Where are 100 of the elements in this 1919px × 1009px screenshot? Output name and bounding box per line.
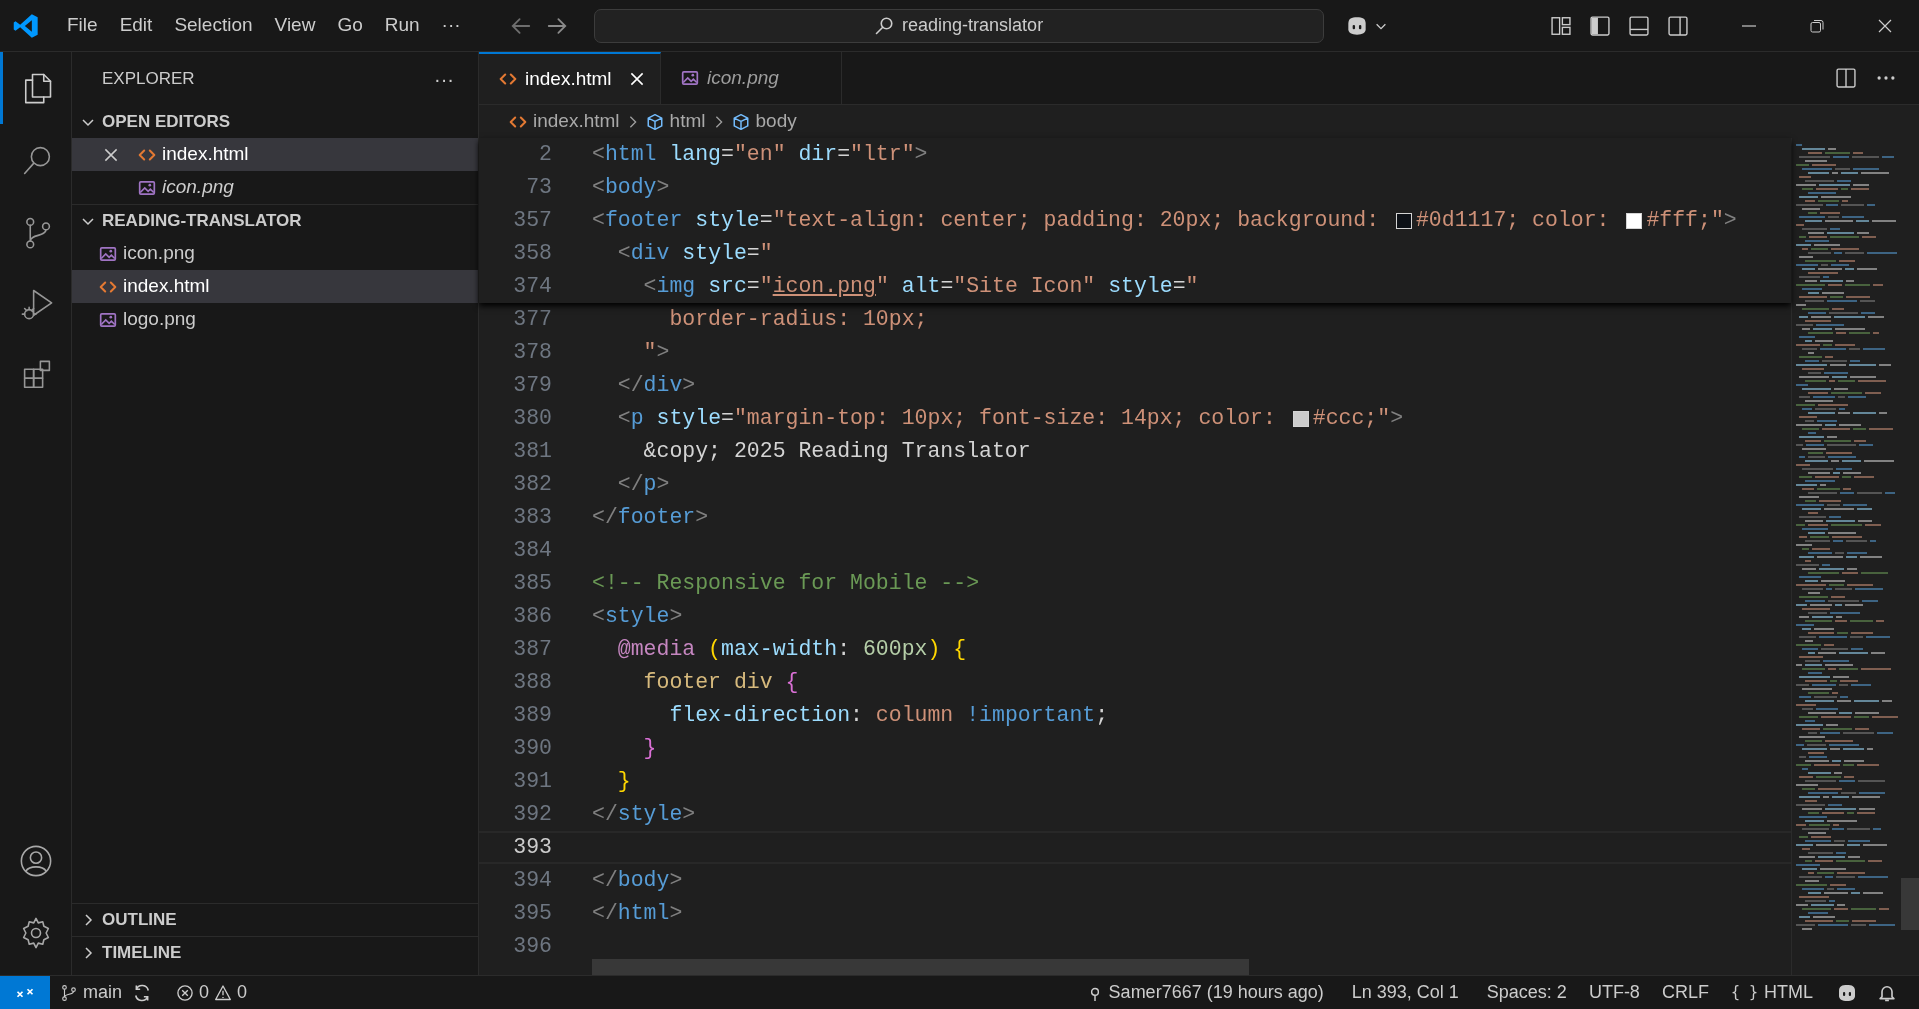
- split-editor-icon[interactable]: [1835, 67, 1857, 89]
- line-number: 385: [512, 570, 552, 598]
- code-line: border-radius: 10px;: [668, 306, 928, 334]
- layout-icon[interactable]: [1550, 14, 1572, 37]
- editor-tab[interactable]: index.html: [479, 52, 661, 104]
- line-number: 394: [512, 867, 552, 895]
- bottom-panel-icon[interactable]: [1628, 14, 1650, 37]
- more-menu-button[interactable]: ···: [430, 8, 472, 43]
- menu-item[interactable]: Go: [326, 8, 374, 43]
- code-line: <!-- Responsive for Mobile -->: [592, 570, 980, 598]
- section-header[interactable]: TIMELINE: [72, 936, 478, 969]
- color-swatch[interactable]: [1292, 410, 1309, 427]
- line-number: 377: [512, 306, 552, 334]
- editor-tab[interactable]: icon.png: [661, 52, 842, 104]
- section-header[interactable]: OUTLINE: [72, 903, 478, 936]
- line-number: 384: [512, 537, 552, 565]
- vertical-scrollbar[interactable]: [1901, 878, 1919, 930]
- breadcrumb-item[interactable]: index.html: [509, 107, 620, 136]
- code-line: <style>: [592, 603, 683, 631]
- color-swatch[interactable]: [1626, 212, 1643, 229]
- blame-button[interactable]: Samer7667 (19 hours ago): [1075, 976, 1334, 1009]
- encoding-button[interactable]: UTF-8: [1578, 976, 1650, 1009]
- tree-row[interactable]: icon.png: [72, 171, 478, 204]
- branch-icon: [60, 983, 78, 1002]
- problems-button[interactable]: 0 0: [166, 976, 258, 1009]
- code-line: <img src="icon.png" alt="Site Icon" style=": [642, 273, 1199, 301]
- command-search-field[interactable]: reading-translator: [593, 8, 1324, 43]
- code-line: </html>: [592, 900, 683, 928]
- left-panel-icon[interactable]: [1589, 14, 1611, 37]
- more-actions-button[interactable]: ···: [428, 63, 460, 94]
- minimize-icon: [1742, 24, 1756, 27]
- line-number: 388: [512, 669, 552, 697]
- line-number: 386: [512, 603, 552, 631]
- line-number: 382: [512, 471, 552, 499]
- image-icon: [99, 244, 117, 263]
- line-ending-button[interactable]: CRLF: [1651, 976, 1719, 1009]
- tree-row[interactable]: index.html: [72, 138, 478, 171]
- menu-item[interactable]: File: [56, 8, 109, 43]
- error-count: 0: [199, 981, 210, 1004]
- menu-item[interactable]: Run: [373, 8, 431, 43]
- breadcrumb-item[interactable]: body: [731, 107, 797, 136]
- line-number: 357: [512, 207, 552, 235]
- code-line: </footer>: [592, 504, 709, 532]
- line-number: 391: [512, 768, 552, 796]
- line-number: 378: [512, 339, 552, 367]
- menu-item[interactable]: Selection: [163, 8, 264, 43]
- error-icon: [176, 983, 194, 1002]
- tree-row[interactable]: logo.png: [72, 303, 478, 336]
- cube-icon: [645, 112, 664, 131]
- section-header[interactable]: OPEN EDITORS: [72, 105, 478, 138]
- search-text: reading-translator: [902, 14, 1044, 37]
- sidebar-title: EXPLORER: [102, 67, 195, 90]
- section-header[interactable]: READING-TRANSLATOR: [72, 204, 478, 237]
- close-icon: [1877, 17, 1893, 34]
- branch-button[interactable]: main: [50, 976, 132, 1009]
- language-label: HTML: [1764, 981, 1813, 1004]
- line-number: 2: [538, 141, 552, 169]
- image-icon: [681, 69, 699, 87]
- code-line: </body>: [592, 867, 683, 895]
- tree-row[interactable]: index.html: [72, 270, 478, 303]
- code-line: &copy; 2025 Reading Translator: [642, 438, 1031, 466]
- line-number: 379: [512, 372, 552, 400]
- line-number: 392: [512, 801, 552, 829]
- warning-count: 0: [237, 981, 248, 1004]
- image-icon: [99, 310, 117, 329]
- tree-row[interactable]: icon.png: [72, 237, 478, 270]
- code-line: <html lang="en" dir="ltr">: [592, 141, 928, 169]
- breadcrumb-item[interactable]: html: [645, 107, 706, 136]
- line-number: 389: [512, 702, 552, 730]
- color-swatch[interactable]: [1395, 212, 1412, 229]
- line-number: 374: [512, 273, 552, 301]
- sync-icon[interactable]: [132, 982, 152, 1003]
- cube-icon: [731, 112, 750, 131]
- search-icon: [874, 15, 895, 36]
- menu-item[interactable]: View: [263, 8, 327, 43]
- close-icon[interactable]: [628, 70, 646, 88]
- line-number: 395: [512, 900, 552, 928]
- code-line: </div>: [616, 372, 696, 400]
- horizontal-scrollbar[interactable]: [592, 959, 1249, 975]
- cursor-position-button[interactable]: Ln 393, Col 1: [1341, 976, 1469, 1009]
- language-button[interactable]: { } HTML: [1720, 976, 1823, 1009]
- line-number: 380: [512, 405, 552, 433]
- braces-glyph: { }: [1730, 982, 1758, 1004]
- code-line: footer div {: [642, 669, 799, 697]
- code-text: #ccc;">: [1312, 405, 1404, 433]
- line-number: 381: [512, 438, 552, 466]
- remote-button[interactable]: [0, 976, 50, 1009]
- indentation-button[interactable]: Spaces: 2: [1476, 976, 1577, 1009]
- restore-icon: [1809, 17, 1825, 34]
- code-line: }: [616, 768, 631, 796]
- right-panel-icon[interactable]: [1667, 14, 1689, 37]
- code-line: @media (max-width: 600px) {: [616, 636, 967, 664]
- code-line: }: [642, 735, 657, 763]
- menu-item[interactable]: Edit: [108, 8, 164, 43]
- code-line: </p>: [616, 471, 670, 499]
- code-text: <footer style="text-align: center; padding: 20px; background:: [592, 207, 1381, 235]
- code-text: <p style="margin-top: 10px; font-size: 14px; color:: [616, 405, 1277, 433]
- line-number: 358: [512, 240, 552, 268]
- code-text: #0d1117; color:: [1415, 207, 1611, 235]
- code-line: ">: [642, 339, 670, 367]
